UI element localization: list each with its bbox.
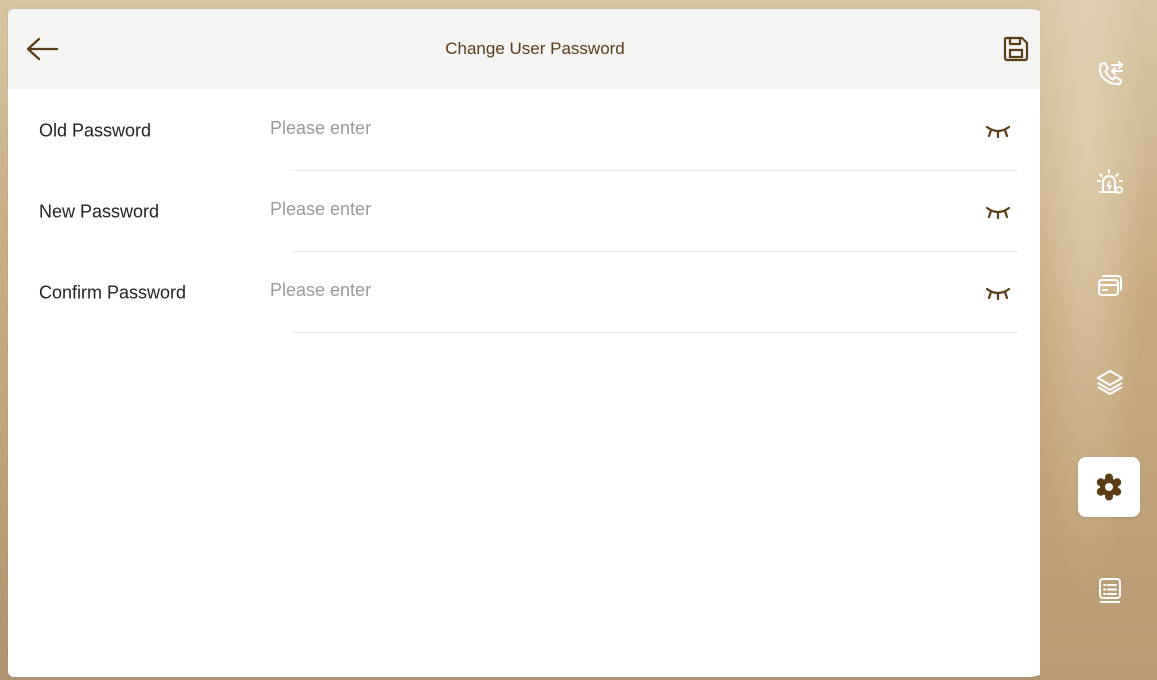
old-password-visibility-toggle[interactable] [984,121,1012,141]
main-panel: Change User Password Old Password New Pa… [8,9,1062,677]
alarm-icon [1097,169,1123,194]
page-title: Change User Password [445,39,625,58]
confirm-password-input[interactable] [270,268,970,312]
header-bar: Change User Password [8,9,1062,89]
row-divider [291,332,1018,333]
nav-call-transfer[interactable] [1078,44,1142,104]
side-nav-rail [1040,0,1157,680]
nav-list[interactable] [1078,560,1142,620]
cards-icon [1098,275,1122,296]
nav-alarm[interactable] [1078,152,1142,212]
list-icon [1099,578,1121,603]
settings-gear-icon [1096,473,1122,501]
floppy-disk-icon [1003,36,1029,62]
eye-closed-icon [985,206,1011,219]
confirm-password-row: Confirm Password [8,252,1018,333]
eye-closed-icon [985,287,1011,300]
old-password-label: Old Password [39,120,152,140]
nav-settings[interactable] [1078,457,1140,517]
nav-layers[interactable] [1078,352,1142,412]
new-password-label: New Password [39,201,160,221]
call-transfer-icon [1099,61,1123,86]
new-password-input[interactable] [270,187,970,231]
old-password-row: Old Password [8,90,1018,171]
layers-icon [1097,370,1123,395]
save-button[interactable] [998,31,1034,67]
confirm-password-label: Confirm Password [39,282,187,302]
old-password-input[interactable] [270,106,970,150]
confirm-password-visibility-toggle[interactable] [984,283,1012,303]
nav-cards[interactable] [1078,255,1142,315]
eye-closed-icon [985,125,1011,138]
new-password-row: New Password [8,171,1018,252]
new-password-visibility-toggle[interactable] [984,202,1012,222]
